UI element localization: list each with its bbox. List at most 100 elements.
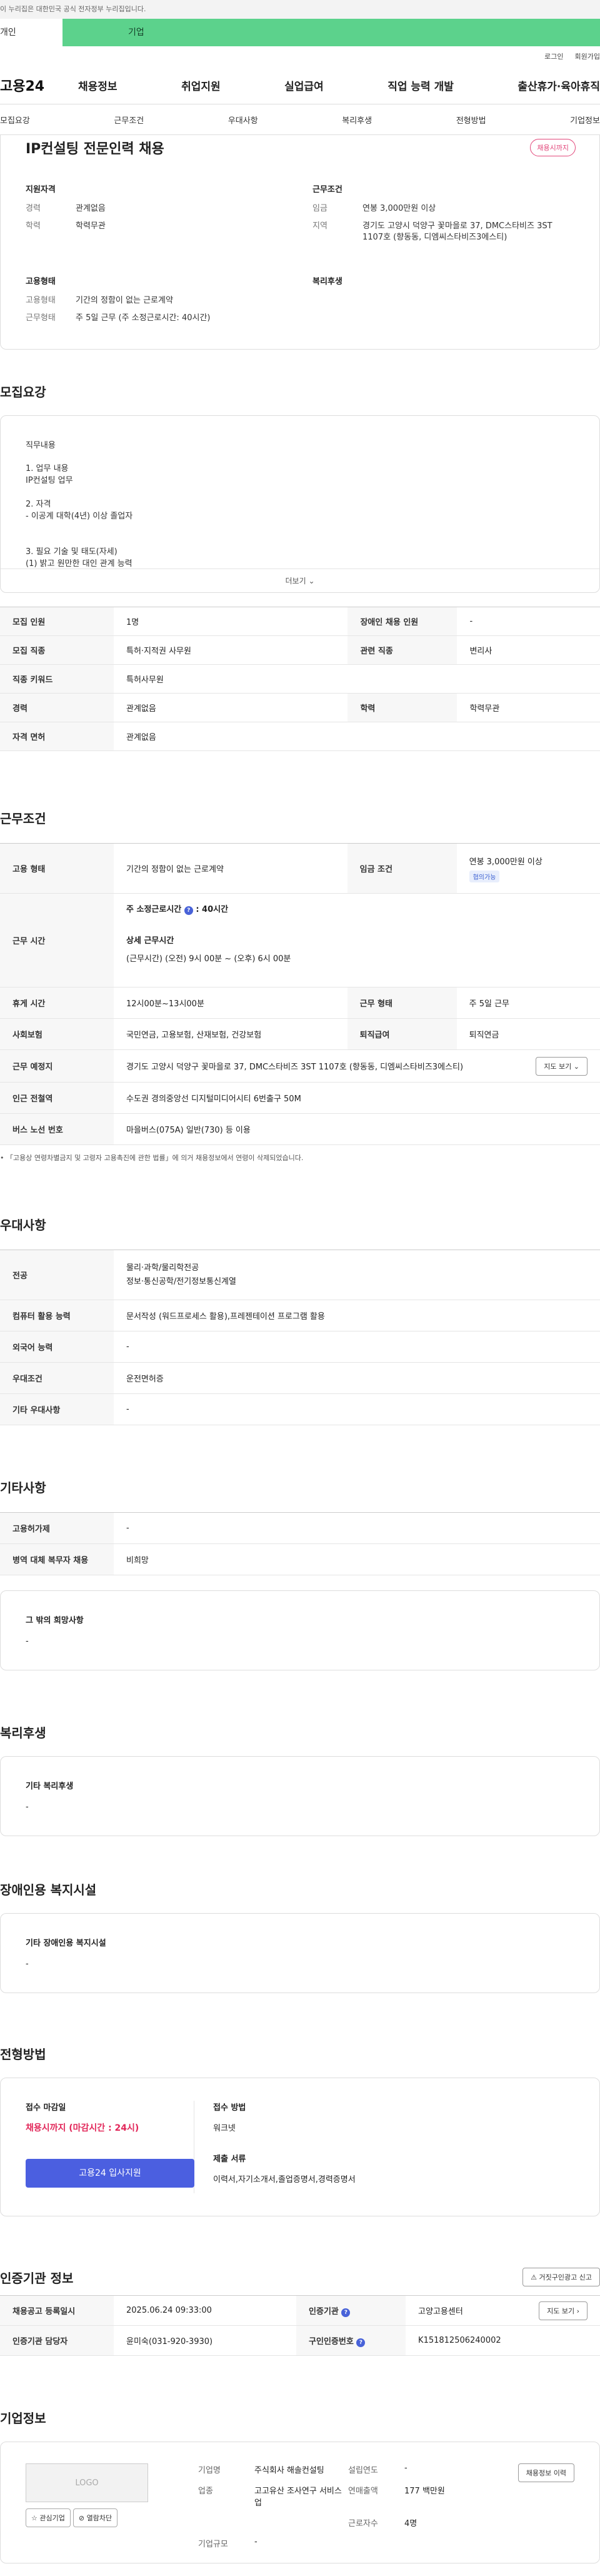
cell-label: 고용허가제 bbox=[0, 1512, 114, 1544]
info-label: 설립연도 bbox=[348, 2466, 378, 2475]
summary-qual-heading: 지원자격 bbox=[26, 185, 56, 194]
summary-value: 경기도 고양시 덕양구 꽃마을로 37, DMC스타비즈 3ST 1107호 (… bbox=[362, 221, 552, 242]
company-section: 기업정보 LOGO ☆ 관심기업 ⊘ 열람차단 기업명 주식회사 해솔컨설팅 설립연… bbox=[0, 2408, 600, 2563]
hiring-history-button[interactable]: 채용정보 이력 bbox=[518, 2463, 574, 2482]
star-icon: ☆ bbox=[31, 2514, 38, 2522]
job-title: IP컨설팅 전문인력 채용 bbox=[26, 141, 164, 157]
section-nav-work[interactable]: 근무조건 bbox=[114, 114, 144, 126]
info-icon[interactable]: ? bbox=[341, 2308, 351, 2317]
negotiable-tag: 협의가능 bbox=[469, 870, 500, 882]
apply-section: 전형방법 접수 마감일 채용시까지 (마감시간 : 24시) 고용24 입사지원… bbox=[0, 2044, 600, 2216]
cell-value: 관계없음 bbox=[114, 693, 348, 722]
login-link[interactable]: 로그인 bbox=[544, 51, 563, 61]
section-title-company: 기업정보 bbox=[0, 2411, 46, 2426]
cell-label: 모집 인원 bbox=[0, 607, 114, 636]
summary-welfare: 복리후생 bbox=[312, 275, 574, 330]
etc-table: 고용허가제 - 병역 대체 복무자 채용 비희망 bbox=[0, 1512, 600, 1575]
cell-label: 모집 직종 bbox=[0, 635, 114, 665]
gov-notice-bar: 이 누리집은 대한민국 공식 전자정부 누리집입니다. bbox=[0, 0, 600, 19]
cell-label: 병역 대체 복무자 채용 bbox=[0, 1543, 114, 1575]
deadline-heading: 접수 마감일 bbox=[26, 2103, 66, 2113]
chevron-down-icon: ⌄ bbox=[573, 1062, 579, 1071]
block-view-button[interactable]: ⊘ 열람차단 bbox=[72, 2508, 118, 2527]
cell-value: 퇴직연금 bbox=[456, 1018, 600, 1050]
table-row: 버스 노선 번호 마을버스(075A) 일반(730) 등 이용 bbox=[0, 1113, 600, 1145]
signup-link[interactable]: 회원가입 bbox=[575, 51, 600, 61]
summary-value: 주 5일 근무 (주 소정근로시간: 40시간) bbox=[76, 313, 211, 323]
cell-value: 변리사 bbox=[457, 635, 600, 665]
cell-value: - bbox=[114, 1393, 600, 1425]
summary-label: 지역 bbox=[312, 221, 328, 231]
table-row: 병역 대체 복무자 채용 비희망 bbox=[0, 1543, 600, 1575]
cell-value: 기간의 정함이 없는 근로계약 bbox=[114, 843, 348, 894]
map-button[interactable]: 지도 보기 ⌄ bbox=[536, 1056, 588, 1076]
cell-value: 연봉 3,000만원 이상협의가능 bbox=[456, 843, 600, 894]
cell-value: - bbox=[114, 1331, 600, 1363]
pref-section: 우대사항 전공 물리·과학/물리학전공 정보·통신공학/전기정보통신계열 컴퓨터 … bbox=[0, 1215, 600, 1425]
cell-value: 마을버스(075A) 일반(730) 등 이용 bbox=[114, 1113, 600, 1145]
section-nav-apply[interactable]: 전형방법 bbox=[456, 114, 486, 126]
weekly-hours-value: : 40시간 bbox=[196, 905, 229, 914]
apply-card: 접수 마감일 채용시까지 (마감시간 : 24시) 고용24 입사지원 접수 방… bbox=[0, 2078, 600, 2216]
menu-skills[interactable]: 직업 능력 개발 bbox=[388, 78, 454, 93]
tab-personal[interactable]: 개인 bbox=[0, 19, 62, 46]
section-nav-recruit[interactable]: 모집요강 bbox=[0, 114, 30, 126]
cell-value: 문서작성 (워드프로세스 활용),프레젠테이션 프로그램 활용 bbox=[114, 1300, 600, 1331]
menu-parental-leave[interactable]: 출산휴가·육아휴직 bbox=[518, 78, 600, 93]
box-heading: 그 밖의 희망사항 bbox=[26, 1616, 84, 1625]
info-icon[interactable]: ? bbox=[356, 2338, 366, 2347]
more-button[interactable]: 더보기 ⌄ bbox=[1, 568, 599, 592]
wage-value: 연봉 3,000만원 이상 bbox=[469, 857, 542, 867]
summary-label: 근무형태 bbox=[26, 313, 56, 323]
company-logo: LOGO bbox=[26, 2463, 148, 2502]
summary-label: 경력 bbox=[26, 204, 41, 213]
tab-company[interactable]: 기업 bbox=[62, 19, 600, 46]
section-title-work: 근무조건 bbox=[0, 811, 46, 826]
summary-value: 연봉 3,000만원 이상 bbox=[362, 204, 436, 213]
cert-number-label: 구인인증번호 bbox=[309, 2336, 354, 2346]
user-type-tabs: 개인 기업 bbox=[0, 19, 600, 46]
desc-line: IP컨설팅 업무 bbox=[26, 476, 73, 485]
report-fake-ad-button[interactable]: ⚠ 거짓구인광고 신고 bbox=[522, 2268, 600, 2286]
section-nav-company[interactable]: 기업정보 bbox=[570, 114, 600, 126]
favorite-company-button[interactable]: ☆ 관심기업 bbox=[26, 2508, 71, 2527]
menu-unemployment-benefit[interactable]: 실업급여 bbox=[284, 78, 324, 93]
main-menu: 채용정보 취업지원 실업급여 직업 능력 개발 출산휴가·육아휴직 bbox=[78, 78, 600, 93]
menu-jobs[interactable]: 채용정보 bbox=[78, 78, 118, 93]
cell-value: 국민연금, 고용보험, 산재보험, 건강보험 bbox=[114, 1018, 348, 1050]
site-logo[interactable]: 고용24 bbox=[0, 75, 78, 95]
cell-value: 물리·과학/물리학전공 정보·통신공학/전기정보통신계열 bbox=[114, 1250, 600, 1300]
apply-button[interactable]: 고용24 입사지원 bbox=[26, 2159, 194, 2188]
cell-value: 특허·지적권 사무원 bbox=[114, 635, 348, 665]
cell-value: 1명 bbox=[114, 607, 348, 636]
pref-table: 전공 물리·과학/물리학전공 정보·통신공학/전기정보통신계열 컴퓨터 활용 능력… bbox=[0, 1250, 600, 1425]
section-nav-pref[interactable]: 우대사항 bbox=[228, 114, 258, 126]
cert-agency-label: 인증기관 bbox=[309, 2306, 339, 2316]
section-title-cert: 인증기관 정보 bbox=[0, 2270, 74, 2286]
docs-heading: 제출 서류 bbox=[213, 2154, 246, 2164]
table-row: 근무 예정지 경기도 고양시 덕양구 꽃마을로 37, DMC스타비즈 3ST … bbox=[0, 1049, 600, 1083]
info-label: 근로자수 bbox=[348, 2519, 378, 2528]
cell-label: 임금 조건 bbox=[347, 843, 457, 894]
cell-label: 직종 키워드 bbox=[0, 664, 114, 694]
recruit-section: 모집요강 직무내용 1. 업무 내용 IP컨설팅 업무 2. 자격 - 이공계 … bbox=[0, 382, 600, 751]
summary-conditions: 근무조건 임금 연봉 3,000만원 이상 지역 경기도 고양시 덕양구 꽃마을로 … bbox=[312, 183, 574, 250]
cell-value: 운전면허증 bbox=[114, 1362, 600, 1394]
block-icon: ⊘ bbox=[78, 2514, 85, 2522]
other-wishes-box: 그 밖의 희망사항 - bbox=[0, 1590, 600, 1670]
menu-employment-support[interactable]: 취업지원 bbox=[181, 78, 221, 93]
work-table: 고용 형태 기간의 정함이 없는 근로계약 임금 조건 연봉 3,000만원 이… bbox=[0, 843, 600, 1145]
block-label: 열람차단 bbox=[86, 2514, 112, 2522]
cell-value: 경기도 고양시 덕양구 꽃마을로 37, DMC스타비즈 3ST 1107호 (… bbox=[114, 1049, 600, 1083]
cell-label: 학력 bbox=[348, 693, 458, 722]
cell-value: 주 5일 근무 bbox=[456, 987, 600, 1019]
more-button-label: 더보기 bbox=[285, 577, 306, 585]
chevron-down-icon: ⌄ bbox=[308, 577, 315, 585]
table-row: 고용허가제 - bbox=[0, 1512, 600, 1544]
desc-line: 직무내용 bbox=[26, 441, 56, 450]
info-icon[interactable]: ? bbox=[184, 906, 193, 915]
section-nav-welfare[interactable]: 복리후생 bbox=[342, 114, 372, 126]
desc-line: 3. 필요 기술 및 태도(자세) bbox=[26, 547, 118, 557]
major-value: 정보·통신공학/전기정보통신계열 bbox=[126, 1276, 236, 1286]
agency-map-button[interactable]: 지도 보기 › bbox=[539, 2301, 588, 2320]
